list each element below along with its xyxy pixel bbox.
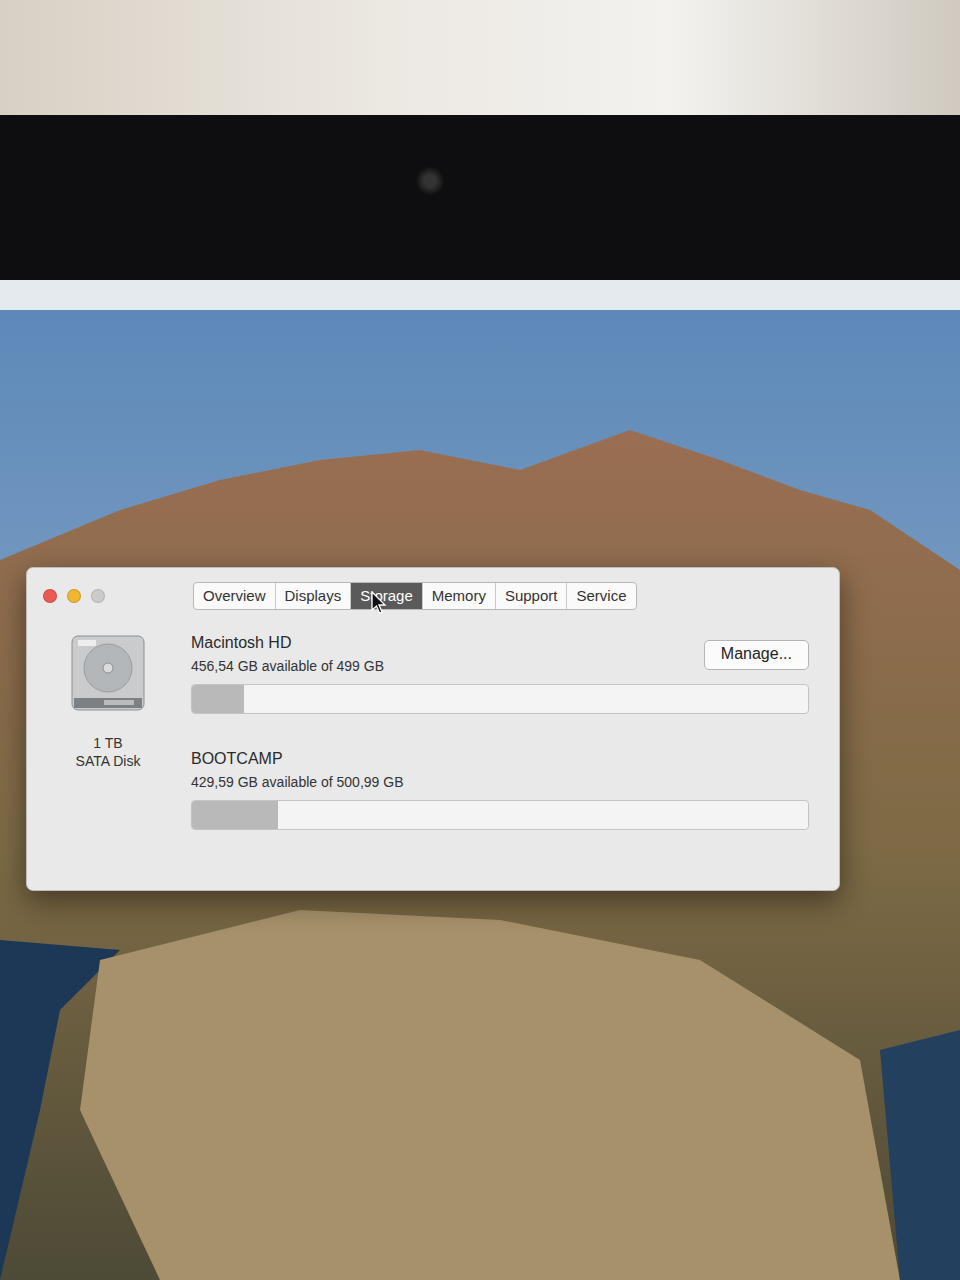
- volume-name: Macintosh HD: [191, 634, 384, 652]
- volume-list: Macintosh HD 456,54 GB available of 499 G…: [191, 634, 809, 830]
- minimize-button[interactable]: [67, 589, 81, 603]
- camera-icon: [416, 167, 444, 195]
- tab[interactable]: Support: [496, 583, 568, 609]
- storage-panel: 1 TBSATA Disk Macintosh HD 456,54 GB avail…: [27, 610, 839, 856]
- about-this-mac-window: Overview Displays Storage Memory Support…: [26, 567, 840, 891]
- storage-bar-fill: [192, 685, 244, 713]
- tab[interactable]: Service: [567, 583, 635, 609]
- volume-available: 456,54 GB available of 499 GB: [191, 658, 384, 674]
- tab[interactable]: Displays: [276, 583, 352, 609]
- storage-bar: [191, 800, 809, 830]
- title-bar: Overview Displays Storage Memory Support…: [27, 568, 839, 610]
- storage-bar: [191, 684, 809, 714]
- storage-bar-fill: [192, 801, 278, 829]
- screen: Overview Displays Storage Memory Support…: [0, 280, 960, 1280]
- volume: BOOTCAMP 429,59 GB available of 500,99 GB: [191, 750, 809, 830]
- tab-bar: Overview Displays Storage Memory Support…: [193, 582, 637, 610]
- disk-info: 1 TBSATA Disk: [53, 634, 163, 830]
- volume-name: BOOTCAMP: [191, 750, 403, 768]
- display-bezel: [0, 115, 960, 280]
- manage-button[interactable]: Manage...: [704, 640, 809, 670]
- tab[interactable]: Memory: [423, 583, 496, 609]
- disk-type: SATA Disk: [76, 752, 141, 770]
- volume-available: 429,59 GB available of 500,99 GB: [191, 774, 403, 790]
- photo-of-screen: Overview Displays Storage Memory Support…: [0, 0, 960, 1280]
- tab[interactable]: Overview: [194, 583, 276, 609]
- room-background: [0, 0, 960, 115]
- hard-drive-icon: [70, 634, 146, 712]
- mouse-pointer-icon: [371, 591, 387, 615]
- close-button[interactable]: [43, 589, 57, 603]
- menu-bar: [0, 280, 960, 310]
- volume: Macintosh HD 456,54 GB available of 499 G…: [191, 634, 809, 714]
- disk-size: 1 TB: [93, 734, 122, 752]
- zoom-button: [91, 589, 105, 603]
- tab[interactable]: Storage: [351, 583, 423, 609]
- desktop: Overview Displays Storage Memory Support…: [0, 310, 960, 1280]
- window-controls: [43, 589, 193, 603]
